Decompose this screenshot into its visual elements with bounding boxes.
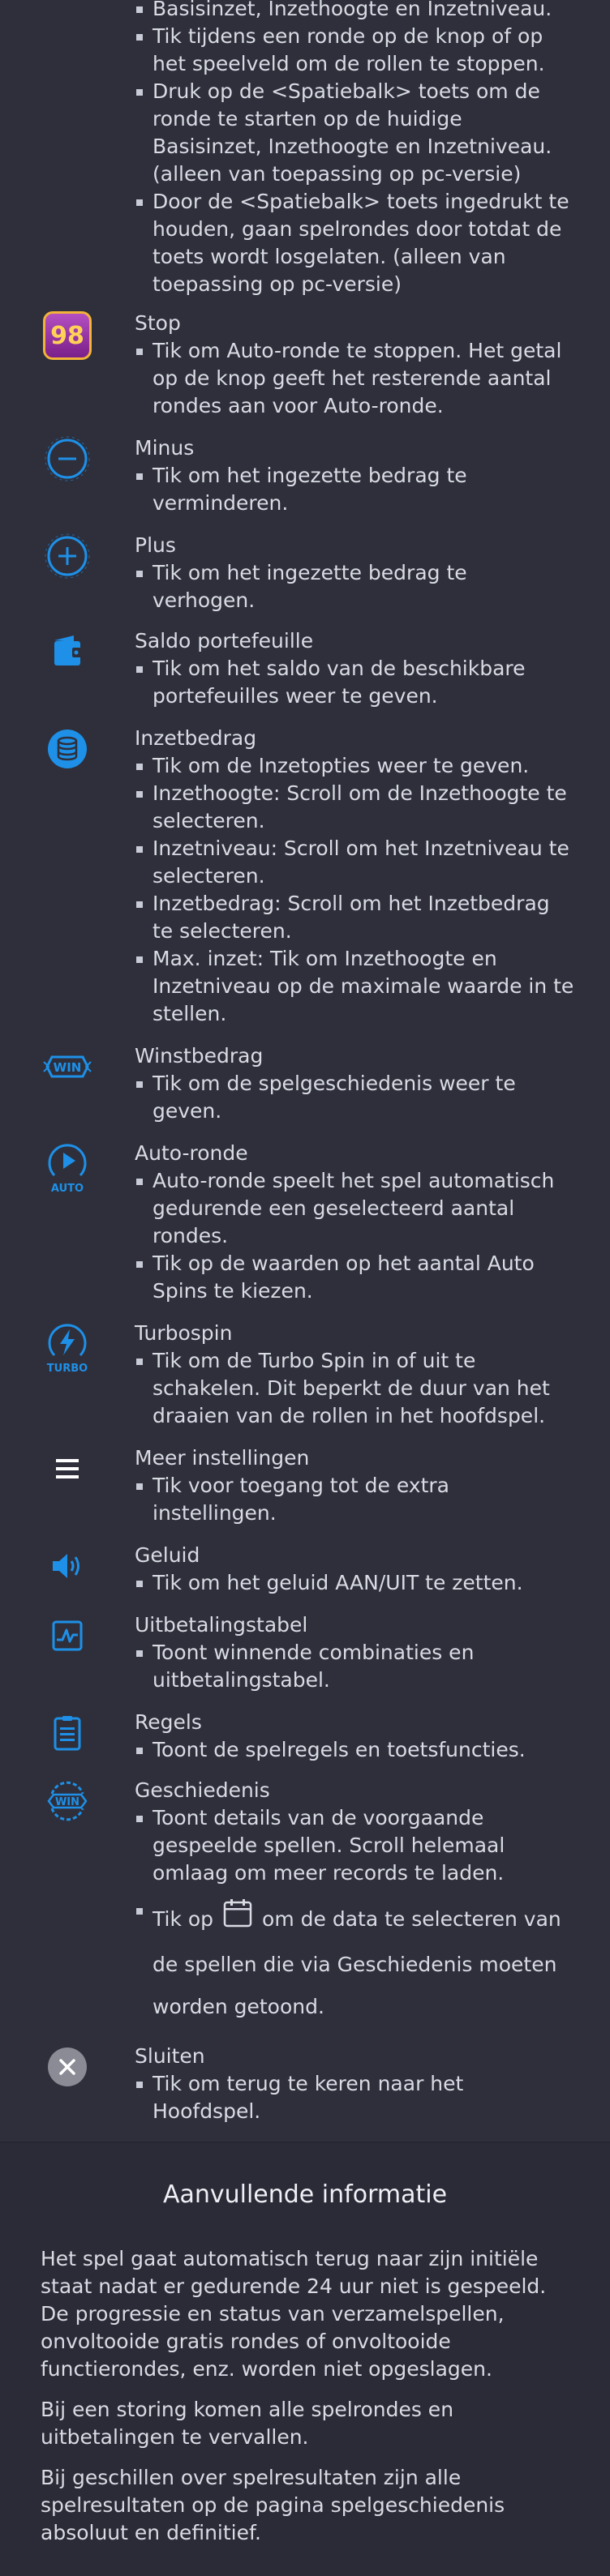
win-icon: WIN <box>43 1055 92 1078</box>
rules-title: Regels <box>135 1710 202 1734</box>
controls-section: Basisinzet, Inzethoogte en Inzetniveau. … <box>0 0 610 2142</box>
close-row: Sluiten Tik om terug te keren naar het H… <box>0 2043 610 2125</box>
turbo-label: TURBO <box>47 1363 88 1375</box>
calendar-icon <box>221 1897 254 1944</box>
bullet: Tik om het ingezette bedrag te verminder… <box>135 462 574 517</box>
bullet: Toont details van de voorgaande gespeeld… <box>135 1804 574 1887</box>
bullet: Tik om de Inzetopties weer te geven. <box>135 752 574 780</box>
turbo-bolt-icon: TURBO <box>47 1324 88 1375</box>
plus-row: Plus Tik om het ingezette bedrag te verh… <box>0 532 610 614</box>
menu-title: Meer instellingen <box>135 1446 310 1470</box>
bullet: Auto-ronde speelt het spel automatisch g… <box>135 1167 574 1250</box>
history-row: WIN Geschiedenis Toont details van de vo… <box>0 1777 610 2028</box>
wallet-icon <box>54 635 82 665</box>
menu-row: Meer instellingen Tik voor toegang tot d… <box>0 1444 610 1527</box>
history-bullet-suffix: om de data te selecteren van de spellen … <box>152 1907 561 2018</box>
sound-title: Geluid <box>135 1543 200 1567</box>
turbo-row: TURBO Turbospin Tik om de Turbo Spin in … <box>0 1320 610 1430</box>
additional-info-paragraph: Bij een storing komen alle spelrondes en… <box>41 2398 454 2449</box>
bullet: Tik op om de data te selecteren van de s… <box>135 1897 574 2028</box>
auto-stop-counter-icon: 98 <box>43 311 92 360</box>
plus-icon <box>45 533 90 579</box>
win-badge-text: WIN <box>54 1060 82 1075</box>
bullet: Tik om het saldo van de beschikbare port… <box>135 655 574 710</box>
close-title: Sluiten <box>135 2044 205 2068</box>
bullet: Tik voor toegang tot de extra instelling… <box>135 1472 574 1527</box>
additional-info-paragraph: Het spel gaat automatisch terug naar zij… <box>41 2247 547 2381</box>
auto-title: Auto-ronde <box>135 1141 248 1165</box>
additional-info-section: Aanvullende informatie Het spel gaat aut… <box>0 2142 610 2576</box>
rules-document-icon <box>54 1716 81 1751</box>
plus-title: Plus <box>135 533 176 557</box>
bullet: Basisinzet, Inzethoogte en Inzetniveau. <box>135 0 574 23</box>
minus-title: Minus <box>135 436 195 460</box>
bullet: Toont winnende combinaties en uitbetalin… <box>135 1639 574 1694</box>
minus-row: Minus Tik om het ingezette bedrag te ver… <box>0 434 610 517</box>
close-icon <box>48 2048 87 2086</box>
bullet: Door de <Spatiebalk> toets ingedrukt te … <box>135 188 574 298</box>
spin-row: Basisinzet, Inzethoogte en Inzetniveau. … <box>0 0 610 298</box>
bullet: Tik om het ingezette bedrag te verhogen. <box>135 559 574 614</box>
wallet-title: Saldo portefeuille <box>135 629 314 653</box>
bullet: Toont de spelregels en toetsfuncties. <box>135 1736 574 1764</box>
bullet: Tik op de waarden op het aantal Auto Spi… <box>135 1250 574 1305</box>
bullet: Tik tijdens een ronde op de knop of op h… <box>135 23 574 78</box>
auto-row: AUTO Auto-ronde Auto-ronde speelt het sp… <box>0 1140 610 1305</box>
bullet: Inzethoogte: Scroll om de Inzethoogte te… <box>135 780 574 835</box>
additional-info-paragraph: Bij geschillen over spelresultaten zijn … <box>41 2466 505 2544</box>
history-win-icon: WIN <box>47 1781 88 1821</box>
bullet: Druk op de <Spatiebalk> toets om de rond… <box>135 78 574 188</box>
speaker-icon <box>53 1554 79 1578</box>
additional-info-heading: Aanvullende informatie <box>162 2180 448 2209</box>
stop-row: 98 Stop Tik om Auto-ronde te stoppen. He… <box>0 310 610 420</box>
wallet-row: Saldo portefeuille Tik om het saldo van … <box>0 627 610 710</box>
bet-row: Inzetbedrag Tik om de Inzetopties weer t… <box>0 725 610 1028</box>
turbo-title: Turbospin <box>135 1321 233 1345</box>
stop-title: Stop <box>135 311 181 335</box>
minus-icon <box>45 436 90 481</box>
history-badge-text: WIN <box>55 1796 79 1808</box>
bullet: Max. inzet: Tik om Inzethoogte en Inzetn… <box>135 945 574 1028</box>
paytable-row: Uitbetalingstabel Toont winnende combina… <box>0 1611 610 1694</box>
paytable-chart-icon <box>52 1620 83 1651</box>
coins-icon <box>48 730 87 768</box>
spin-bullets: Basisinzet, Inzethoogte en Inzetniveau. … <box>135 0 574 298</box>
paytable-title: Uitbetalingstabel <box>135 1613 308 1637</box>
bullet: Tik om Auto-ronde te stoppen. Het getal … <box>135 337 574 420</box>
history-title: Geschiedenis <box>135 1778 270 1802</box>
sound-row: Geluid Tik om het geluid AAN/UIT te zett… <box>0 1542 610 1597</box>
hamburger-menu-icon <box>56 1459 79 1478</box>
history-bullet-prefix: Tik op <box>152 1907 214 1931</box>
rules-row: Regels Toont de spelregels en toetsfunct… <box>0 1709 610 1764</box>
bullet: Tik om de spelgeschiedenis weer te geven… <box>135 1070 574 1125</box>
auto-label: AUTO <box>51 1183 84 1195</box>
bullet: Inzetbedrag: Scroll om het Inzetbedrag t… <box>135 890 574 945</box>
auto-play-icon: AUTO <box>48 1144 87 1195</box>
bullet: Tik om het geluid AAN/UIT te zetten. <box>135 1569 574 1597</box>
bet-title: Inzetbedrag <box>135 726 257 750</box>
win-title: Winstbedrag <box>135 1044 264 1068</box>
win-row: WIN Winstbedrag Tik om de spelgeschieden… <box>0 1042 610 1125</box>
bullet: Tik om de Turbo Spin in of uit te schake… <box>135 1347 574 1430</box>
bullet: Tik om terug te keren naar het Hoofdspel… <box>135 2070 574 2125</box>
stop-counter: 98 <box>50 321 84 350</box>
bullet: Inzetniveau: Scroll om het Inzetniveau t… <box>135 835 574 890</box>
